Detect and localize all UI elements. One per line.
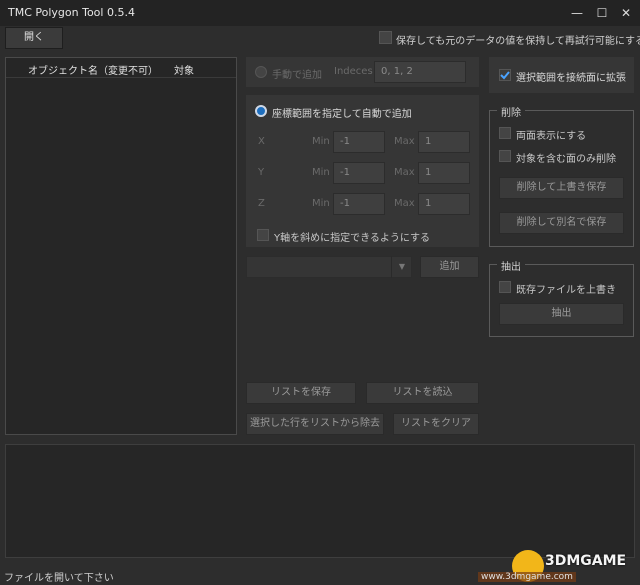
keep-values-label: 保存しても元のデータの値を保持して再試行可能にする (396, 36, 640, 47)
overwrite-existing-label: 既存ファイルを上書き (516, 285, 616, 296)
check-icon (500, 71, 510, 80)
max-input-x[interactable]: 1 (418, 131, 470, 153)
auto-add-label: 座標範囲を指定して自動で追加 (272, 109, 412, 120)
extract-button[interactable]: 抽出 (499, 303, 624, 325)
indices-input[interactable]: 0, 1, 2 (374, 61, 466, 83)
delete-save-as-button[interactable]: 削除して別名で保存 (499, 212, 624, 234)
object-list[interactable]: オブジェクト名（変更不可） 対象 (5, 57, 237, 435)
both-sides-label: 両面表示にする (516, 131, 587, 142)
manual-add-radio[interactable] (255, 66, 267, 78)
expand-panel: 選択範囲を接続面に拡張 (489, 57, 634, 93)
min-input-y[interactable]: -1 (333, 162, 385, 184)
max-input-y[interactable]: 1 (418, 162, 470, 184)
both-sides-checkbox[interactable] (499, 127, 511, 139)
diagonal-y-label: Y軸を斜めに指定できるようにする (274, 233, 431, 244)
remove-selected-button[interactable]: 選択した行をリストから除去 (246, 413, 384, 435)
expand-selection-checkbox[interactable] (499, 69, 511, 81)
close-button[interactable]: ✕ (615, 3, 637, 23)
only-containing-checkbox[interactable] (499, 150, 511, 162)
watermark-brand: 3DMGAME (545, 553, 627, 569)
add-button[interactable]: 追加 (420, 256, 479, 278)
extract-group-title: 抽出 (497, 258, 525, 273)
column-header-object-name[interactable]: オブジェクト名（変更不可） (28, 62, 158, 77)
window-title: TMC Polygon Tool 0.5.4 (8, 6, 135, 19)
auto-add-panel: 座標範囲を指定して自動で追加 X Min -1 Max 1 Y Min -1 M… (246, 95, 479, 247)
add-combo[interactable] (246, 256, 412, 278)
axis-label-z: Z (258, 198, 265, 209)
maximize-button[interactable]: ☐ (591, 3, 613, 23)
open-button[interactable]: 開く (5, 27, 63, 49)
max-label-y: Max (394, 167, 415, 178)
min-label-x: Min (312, 136, 330, 147)
only-containing-label: 対象を含む面のみ削除 (516, 154, 616, 165)
status-text: ファイルを開いて下さい (4, 573, 114, 584)
axis-label-y: Y (258, 167, 265, 178)
minimize-button[interactable]: — (566, 3, 588, 23)
auto-add-radio[interactable] (255, 105, 267, 117)
min-label-y: Min (312, 167, 330, 178)
extract-group (489, 264, 634, 337)
chevron-down-icon[interactable]: ▼ (391, 256, 412, 278)
indices-label: Indeces (334, 66, 373, 77)
keep-values-checkbox[interactable] (379, 31, 392, 44)
expand-selection-label: 選択範囲を接続面に拡張 (516, 73, 626, 84)
overwrite-existing-checkbox[interactable] (499, 281, 511, 293)
min-input-x[interactable]: -1 (333, 131, 385, 153)
delete-overwrite-button[interactable]: 削除して上書き保存 (499, 177, 624, 199)
watermark-url: www.3dmgame.com (478, 572, 576, 582)
manual-add-label: 手動で追加 (272, 70, 322, 81)
max-label-z: Max (394, 198, 415, 209)
axis-label-x: X (258, 136, 265, 147)
min-input-z[interactable]: -1 (333, 193, 385, 215)
max-label-x: Max (394, 136, 415, 147)
delete-group-title: 削除 (497, 104, 525, 119)
diagonal-y-checkbox[interactable] (257, 229, 269, 241)
column-header-target[interactable]: 対象 (174, 62, 194, 77)
max-input-z[interactable]: 1 (418, 193, 470, 215)
load-list-button[interactable]: リストを読込 (366, 382, 479, 404)
clear-list-button[interactable]: リストをクリア (393, 413, 479, 435)
save-list-button[interactable]: リストを保存 (246, 382, 356, 404)
log-area[interactable] (5, 444, 635, 558)
manual-add-panel: 手動で追加 Indeces 0, 1, 2 (246, 57, 479, 87)
min-label-z: Min (312, 198, 330, 209)
